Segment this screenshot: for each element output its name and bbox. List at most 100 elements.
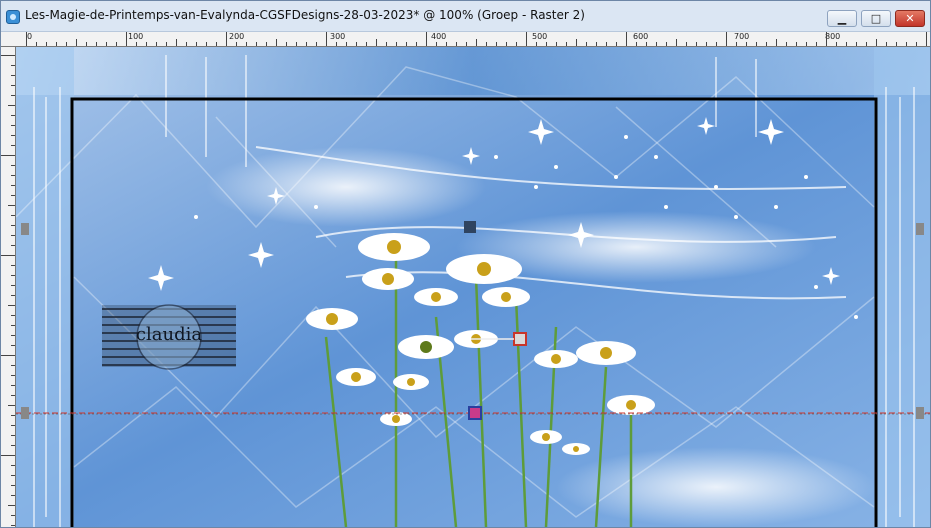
horizontal-ruler[interactable]: 0 100 200 300 400 500 600 700 800: [1, 32, 930, 47]
ruler-tick: [11, 335, 15, 336]
pivot-handle[interactable]: [468, 406, 482, 420]
ruler-tick: [686, 42, 687, 46]
ruler-tick: [366, 42, 367, 46]
ruler-tick: [846, 42, 847, 46]
ruler-tick: [456, 42, 457, 46]
right-guide-handle[interactable]: [916, 407, 924, 419]
ruler-tick: [11, 495, 15, 496]
ruler-tick: [166, 42, 167, 46]
ruler-tick: [216, 42, 217, 46]
ruler-tick: [486, 42, 487, 46]
right-frame-border: [874, 47, 930, 527]
ruler-label: 100: [128, 32, 144, 41]
ruler-tick: [426, 32, 427, 46]
cloud: [206, 147, 486, 227]
close-button[interactable]: ✕: [895, 10, 925, 27]
ruler-tick: [11, 415, 15, 416]
ruler-tick: [806, 42, 807, 46]
ruler-tick: [356, 42, 357, 46]
minimize-button[interactable]: ▁: [827, 10, 857, 27]
ruler-tick: [11, 235, 15, 236]
ruler-tick: [526, 32, 527, 46]
ruler-tick: [396, 42, 397, 46]
ruler-tick: [1, 455, 15, 456]
ruler-tick: [796, 42, 797, 46]
ruler-tick: [106, 42, 107, 46]
cloud: [556, 447, 876, 527]
ruler-tick: [1, 355, 15, 356]
ruler-tick: [566, 42, 567, 46]
watermark-text: claudia: [136, 324, 202, 345]
maximize-button[interactable]: □: [861, 10, 891, 27]
left-side-handle[interactable]: [21, 223, 29, 235]
left-guide-handle[interactable]: [21, 407, 29, 419]
ruler-tick: [766, 42, 767, 46]
ruler-tick: [56, 42, 57, 46]
ruler-tick: [266, 42, 267, 46]
ruler-tick: [146, 42, 147, 46]
ruler-tick: [11, 425, 15, 426]
ruler-label: 300: [330, 32, 346, 41]
ruler-tick: [866, 42, 867, 46]
ruler-tick: [11, 375, 15, 376]
ruler-tick: [416, 42, 417, 46]
ruler-tick: [11, 195, 15, 196]
ruler-tick: [1, 55, 15, 56]
ruler-tick: [11, 285, 15, 286]
ruler-tick: [886, 42, 887, 46]
ruler-label: 400: [431, 32, 447, 41]
ruler-tick: [326, 32, 327, 46]
ruler-tick: [86, 42, 87, 46]
ruler-tick: [11, 215, 15, 216]
ruler-tick: [11, 245, 15, 246]
ruler-tick: [11, 445, 15, 446]
ruler-tick: [286, 42, 287, 46]
ruler-tick: [11, 185, 15, 186]
ruler-tick: [506, 42, 507, 46]
ruler-tick: [756, 42, 757, 46]
ruler-tick: [11, 135, 15, 136]
ruler-tick: [11, 345, 15, 346]
ruler-tick: [626, 32, 627, 46]
ruler-tick: [376, 39, 377, 46]
image-window: Les-Magie-de-Printemps-van-Evalynda-CGSF…: [0, 0, 931, 528]
ruler-tick: [556, 42, 557, 46]
ruler-tick: [536, 42, 537, 46]
ruler-tick: [826, 32, 827, 46]
ruler-tick: [776, 39, 777, 46]
ruler-tick: [11, 385, 15, 386]
ruler-tick: [246, 42, 247, 46]
ruler-tick: [576, 39, 577, 46]
ruler-tick: [346, 42, 347, 46]
watermark-logo: claudia: [102, 304, 236, 370]
ruler-tick: [896, 42, 897, 46]
ruler-tick: [11, 475, 15, 476]
ruler-tick: [11, 265, 15, 266]
ruler-tick: [11, 125, 15, 126]
ruler-tick: [66, 42, 67, 46]
ruler-tick: [636, 42, 637, 46]
ruler-tick: [76, 39, 77, 46]
move-handle[interactable]: [513, 332, 527, 346]
ruler-tick: [386, 42, 387, 46]
ruler-tick: [1, 255, 15, 256]
rotation-handle[interactable]: [464, 221, 476, 233]
title-bar[interactable]: Les-Magie-de-Printemps-van-Evalynda-CGSF…: [1, 1, 930, 32]
image-canvas[interactable]: claudia: [16, 47, 930, 527]
ruler-tick: [476, 39, 477, 46]
ruler-tick: [276, 39, 277, 46]
ruler-tick: [11, 315, 15, 316]
right-side-handle[interactable]: [916, 223, 924, 235]
vertical-ruler[interactable]: [1, 47, 16, 527]
ruler-tick: [8, 305, 15, 306]
ruler-tick: [136, 42, 137, 46]
ruler-tick: [606, 42, 607, 46]
canvas-artwork: claudia: [16, 47, 930, 527]
ruler-tick: [856, 42, 857, 46]
ruler-label: 200: [229, 32, 245, 41]
window-title: Les-Magie-de-Printemps-van-Evalynda-CGSF…: [25, 8, 585, 22]
ruler-tick: [11, 65, 15, 66]
ruler-tick: [116, 42, 117, 46]
ruler-label: 700: [734, 32, 750, 41]
ruler-tick: [916, 42, 917, 46]
